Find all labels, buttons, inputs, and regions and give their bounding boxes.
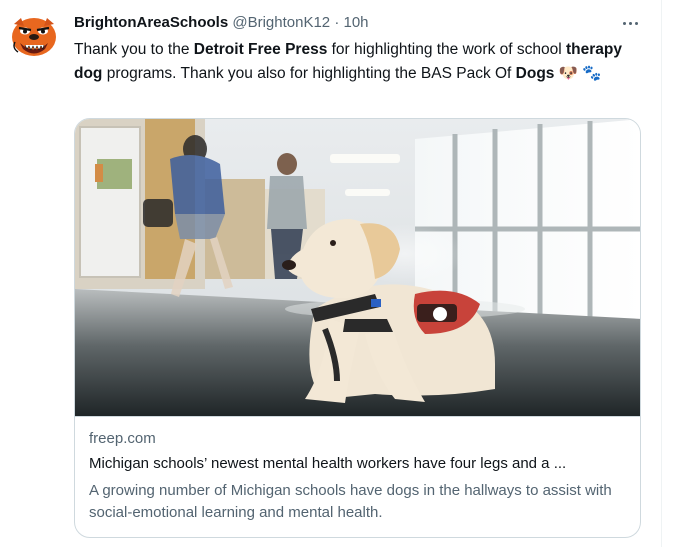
card-headline[interactable]: Michigan schools’ newest mental health w… (89, 454, 629, 474)
paw-prints-emoji-icon: 🐾 (582, 65, 602, 82)
card-image-therapy-dog[interactable] (75, 119, 641, 416)
card-text-area[interactable]: freep.com Michigan schools’ newest menta… (75, 416, 640, 537)
avatar[interactable] (10, 12, 58, 60)
display-name[interactable]: BrightonAreaSchools (74, 14, 228, 31)
tweet-text-part: programs. Thank you also for highlightin… (102, 65, 516, 82)
tweet-text: Thank you to the Detroit Free Press for … (74, 38, 640, 86)
dog-face-emoji-icon: 🐶 (558, 65, 579, 82)
tweet-text-bold-publication: Detroit Free Press (193, 41, 328, 58)
card-description: A growing number of Michigan schools hav… (89, 482, 612, 521)
tweet[interactable]: BrightonAreaSchools @BrightonK12 · 10h T… (0, 0, 690, 547)
card-domain: freep.com (89, 430, 156, 447)
tweet-header: BrightonAreaSchools @BrightonK12 · 10h (74, 13, 650, 33)
user-handle[interactable]: @BrightonK12 (232, 14, 330, 31)
column-divider (661, 0, 662, 547)
tweet-text-bold-dogs: Dogs (515, 65, 555, 82)
bulldog-mascot-icon (12, 18, 56, 56)
timestamp[interactable]: 10h (344, 14, 369, 31)
separator-dot: · (334, 14, 340, 31)
tweet-text-part: for highlighting the work of school (327, 41, 566, 58)
tweet-text-part: Thank you to the (74, 41, 194, 58)
link-preview-card[interactable]: freep.com Michigan schools’ newest menta… (74, 118, 641, 538)
more-options-icon[interactable] (617, 12, 645, 34)
